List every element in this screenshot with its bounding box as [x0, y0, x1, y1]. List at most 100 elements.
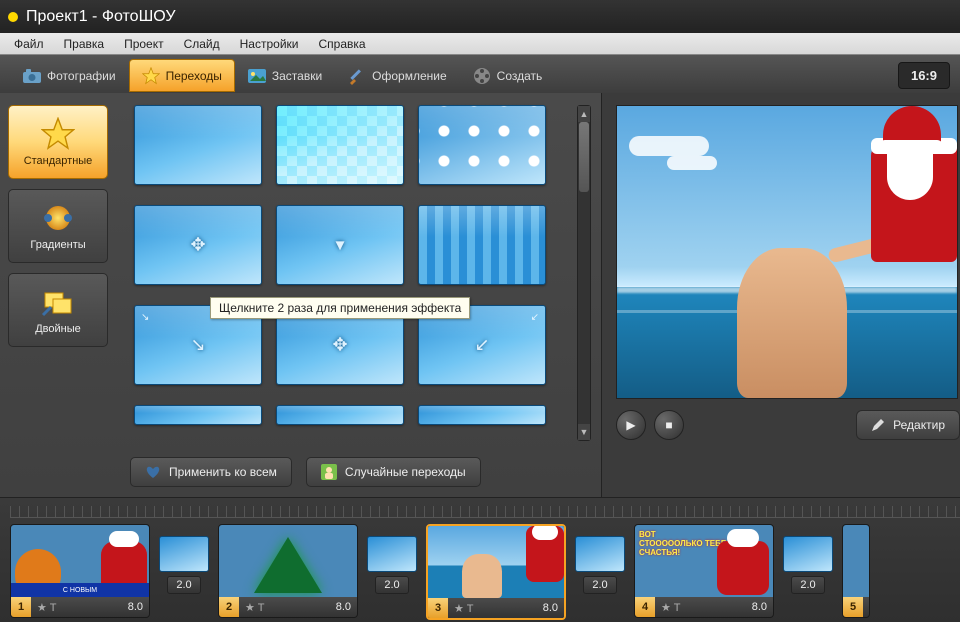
tab-photos-label: Фотографии [47, 69, 116, 83]
slide-index: 2 [219, 597, 239, 617]
category-list: Стандартные Градиенты Двойные [8, 105, 116, 453]
aspect-ratio-button[interactable]: 16:9 [898, 62, 950, 89]
menu-file[interactable]: Файл [4, 35, 54, 53]
tab-transitions-label: Переходы [166, 69, 222, 83]
slide-duration: 8.0 [336, 601, 357, 613]
category-double-label: Двойные [35, 323, 81, 335]
heart-icon [145, 464, 161, 480]
timeline-slide-2[interactable]: 2★ T 8.0 [218, 524, 358, 618]
slide-index: 3 [428, 598, 448, 618]
transition-thumb[interactable] [134, 405, 262, 425]
transition-duration: 2.0 [791, 576, 824, 594]
category-gradients[interactable]: Градиенты [8, 189, 108, 263]
transition-thumb[interactable] [418, 205, 546, 285]
tab-design-label: Оформление [372, 69, 446, 83]
transitions-panel: Стандартные Градиенты Двойные ✥ [0, 93, 602, 497]
slide-badges: ★ T [239, 601, 270, 614]
reel-icon [473, 67, 491, 85]
edit-slide-label: Редактир [893, 418, 945, 432]
timeline-transition[interactable]: 2.0 [158, 536, 210, 594]
person-icon [321, 464, 337, 480]
timeline: С НОВЫМ 1★ T8.0 2.0 2★ T8.0 2.0 [0, 497, 960, 622]
category-standard[interactable]: Стандартные [8, 105, 108, 179]
transition-thumb[interactable] [276, 405, 404, 425]
preview-viewport [616, 105, 958, 399]
random-label: Случайные переходы [345, 465, 466, 479]
window-title: Проект1 - ФотоШОУ [26, 8, 176, 26]
slide-badges: ★ T [448, 602, 479, 615]
slide-index: 5 [843, 597, 863, 617]
preview-panel: ▶ ■ Редактир [602, 93, 960, 497]
star-icon [142, 67, 160, 85]
main-tabs: Фотографии Переходы Заставки Оформление … [0, 55, 960, 93]
pencil-icon [871, 418, 885, 432]
timeline-transition[interactable]: 2.0 [782, 536, 834, 594]
random-button[interactable]: Случайные переходы [306, 457, 481, 487]
transition-thumb[interactable] [276, 105, 404, 185]
timeline-slide-3[interactable]: 3★ T 8.0 [426, 524, 566, 620]
transitions-grid: ✥ ▾ ↘↘ ✥ ↙↙ [134, 105, 601, 453]
slide-badges: ★ T [655, 601, 686, 614]
menu-project[interactable]: Проект [114, 35, 174, 53]
timeline-clips[interactable]: С НОВЫМ 1★ T8.0 2.0 2★ T8.0 2.0 [10, 524, 960, 620]
menu-edit[interactable]: Правка [54, 35, 115, 53]
edit-slide-button[interactable]: Редактир [856, 410, 960, 440]
transition-thumb[interactable] [134, 105, 262, 185]
transitions-actions: Применить ко всем Случайные переходы [0, 453, 601, 497]
slide1-caption: С НОВЫМ [11, 583, 149, 597]
timeline-slide-5[interactable]: 5 [842, 524, 870, 618]
transition-duration: 2.0 [375, 576, 408, 594]
slide-duration: 8.0 [543, 602, 564, 614]
image-icon [248, 67, 266, 85]
apply-all-button[interactable]: Применить ко всем [130, 457, 292, 487]
timeline-transition[interactable]: 2.0 [574, 536, 626, 594]
tab-transitions[interactable]: Переходы [129, 59, 235, 92]
app-icon [8, 12, 18, 22]
slide-duration: 8.0 [128, 601, 149, 613]
timeline-ruler [10, 506, 960, 518]
timeline-slide-4[interactable]: ВОТ СТОООООЛЬКО ТЕБЕ СЧАСТЬЯ! 4★ T 8.0 [634, 524, 774, 618]
scroll-track[interactable] [578, 122, 590, 424]
slide-index: 1 [11, 597, 31, 617]
stop-button[interactable]: ■ [654, 410, 684, 440]
scroll-thumb[interactable] [579, 122, 589, 192]
menu-slide[interactable]: Слайд [174, 35, 230, 53]
menu-settings[interactable]: Настройки [230, 35, 309, 53]
star-icon [41, 117, 75, 151]
slide-duration: 8.0 [752, 601, 773, 613]
tooltip: Щелкните 2 раза для применения эффекта [210, 297, 470, 319]
double-icon [41, 285, 75, 319]
tab-photos[interactable]: Фотографии [10, 59, 129, 92]
slide-badges: ★ T [31, 601, 62, 614]
category-double[interactable]: Двойные [8, 273, 108, 347]
transition-duration: 2.0 [583, 576, 616, 594]
content-area: Стандартные Градиенты Двойные ✥ [0, 93, 960, 497]
scroll-down-icon[interactable]: ▼ [578, 424, 590, 440]
transition-thumb[interactable] [418, 405, 546, 425]
scroll-up-icon[interactable]: ▲ [578, 106, 590, 122]
timeline-slide-1[interactable]: С НОВЫМ 1★ T 8.0 [10, 524, 150, 618]
tab-design[interactable]: Оформление [335, 59, 459, 92]
menu-help[interactable]: Справка [308, 35, 375, 53]
timeline-transition[interactable]: 2.0 [366, 536, 418, 594]
title-bar: Проект1 - ФотоШОУ [0, 0, 960, 33]
slide-index: 4 [635, 597, 655, 617]
tab-create-label: Создать [497, 69, 543, 83]
transition-thumb[interactable]: ✥ [134, 205, 262, 285]
grid-scrollbar[interactable]: ▲ ▼ [577, 105, 591, 441]
transition-thumb[interactable] [418, 105, 546, 185]
category-standard-label: Стандартные [24, 155, 93, 167]
preview-controls: ▶ ■ Редактир [616, 399, 960, 443]
transition-duration: 2.0 [167, 576, 200, 594]
slide4-caption: ВОТ СТОООООЛЬКО ТЕБЕ СЧАСТЬЯ! [639, 531, 726, 557]
tab-screens[interactable]: Заставки [235, 59, 335, 92]
apply-all-label: Применить ко всем [169, 465, 277, 479]
tab-create[interactable]: Создать [460, 59, 556, 92]
brush-icon [348, 67, 366, 85]
category-gradients-label: Градиенты [30, 239, 85, 251]
play-button[interactable]: ▶ [616, 410, 646, 440]
transition-thumb[interactable]: ▾ [276, 205, 404, 285]
transitions-grid-wrap: ✥ ▾ ↘↘ ✥ ↙↙ [134, 105, 601, 453]
camera-icon [23, 67, 41, 85]
tab-screens-label: Заставки [272, 69, 322, 83]
